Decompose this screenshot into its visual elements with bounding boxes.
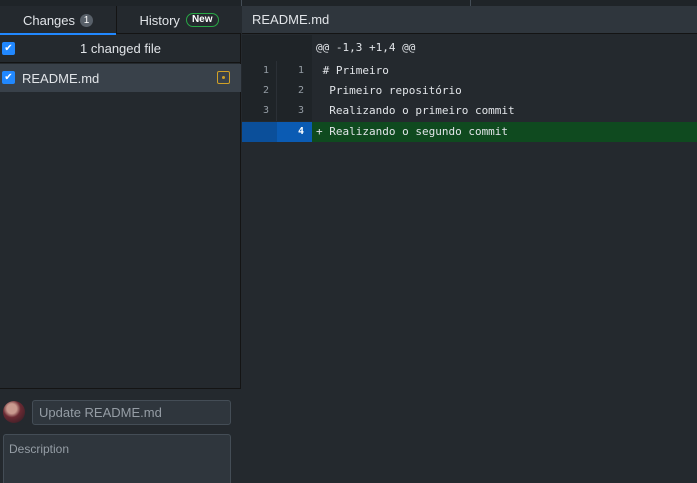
file-modified-icon <box>217 71 230 84</box>
select-all-checkbox[interactable]: ✔ <box>2 42 15 55</box>
line-code: Primeiro repositório <box>316 84 462 97</box>
commit-message-area: Update README.md Description <box>0 388 241 483</box>
line-code: # Primeiro <box>316 64 389 77</box>
new-line-number: 3 <box>277 101 312 121</box>
old-line-number <box>242 122 277 142</box>
file-include-checkbox[interactable]: ✔ <box>2 71 15 84</box>
commit-summary-input[interactable]: Update README.md <box>32 400 231 425</box>
tab-changes[interactable]: Changes 1 <box>0 6 116 35</box>
hunk-header-text: @@ -1,3 +1,4 @@ <box>316 41 416 54</box>
select-all-row: ✔ 1 changed file <box>0 35 241 63</box>
old-line-number: 3 <box>242 101 277 121</box>
new-line-number: 1 <box>277 61 312 81</box>
diff-line[interactable]: 1 1 # Primeiro <box>242 61 697 81</box>
checkmark-icon: ✔ <box>4 72 13 83</box>
tab-bar: Changes 1 History New <box>0 6 241 35</box>
user-avatar <box>3 401 25 423</box>
changes-sidebar: Changes 1 History New ✔ 1 changed file ✔… <box>0 6 241 483</box>
old-line-number: 1 <box>242 61 277 81</box>
diff-file-header: README.md <box>242 6 697 34</box>
line-code: Realizando o primeiro commit <box>316 104 515 117</box>
tab-changes-label: Changes <box>22 12 76 28</box>
hunk-gutter <box>242 35 312 61</box>
diff-line[interactable]: 2 2 Primeiro repositório <box>242 81 697 101</box>
new-line-number: 2 <box>277 81 312 101</box>
changed-file-item[interactable]: ✔ README.md <box>0 64 241 92</box>
line-code: + Realizando o segundo commit <box>316 125 509 138</box>
new-line-number: 4 <box>277 122 312 142</box>
checkmark-icon: ✔ <box>4 43 13 54</box>
diff-view: README.md @@ -1,3 +1,4 @@ 1 1 # Primeiro… <box>242 6 697 483</box>
tab-history[interactable]: History New <box>116 6 241 34</box>
diff-file-name: README.md <box>252 12 330 27</box>
hunk-header[interactable]: @@ -1,3 +1,4 @@ <box>242 35 697 61</box>
diff-line[interactable]: 3 3 Realizando o primeiro commit <box>242 101 697 121</box>
file-name: README.md <box>22 71 100 86</box>
new-badge: New <box>185 13 219 27</box>
changes-count-badge: 1 <box>80 13 94 27</box>
changed-files-count: 1 changed file <box>80 41 161 56</box>
tab-history-label: History <box>139 12 180 28</box>
old-line-number: 2 <box>242 81 277 101</box>
commit-description-input[interactable]: Description <box>3 434 231 483</box>
diff-line-added[interactable]: 4 + Realizando o segundo commit <box>242 122 697 142</box>
